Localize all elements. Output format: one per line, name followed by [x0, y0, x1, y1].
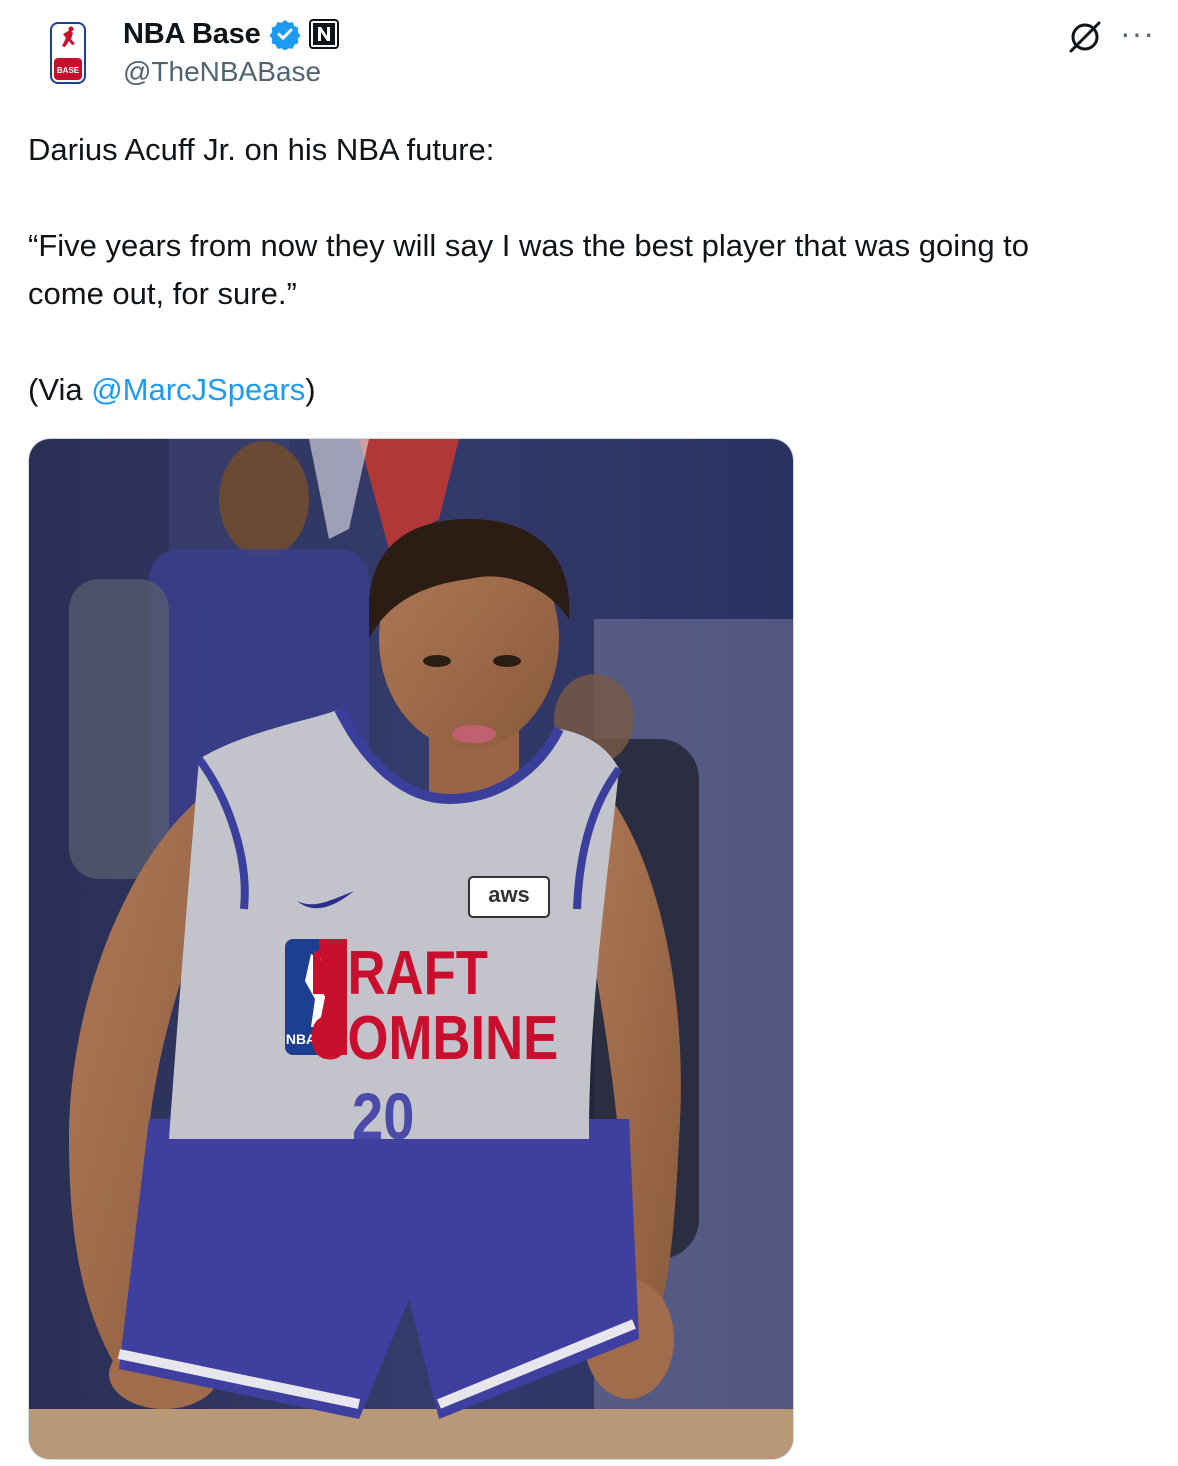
via-suffix: ) [305, 372, 316, 407]
tweet: BASE NBA Base @TheNBABase ··· Darius Acu… [0, 0, 1178, 1466]
tweet-media-photo[interactable]: aws NBA DRAFT COMBINE 20 [28, 438, 794, 1460]
tweet-text-line1: Darius Acuff Jr. on his NBA future: [28, 132, 495, 167]
tweet-text-line2: “Five years from now they will say I was… [28, 228, 1030, 263]
aws-text: aws [488, 882, 530, 907]
author-name-row: NBA Base [123, 14, 339, 54]
author-handle[interactable]: @TheNBABase [123, 56, 321, 88]
jersey-number: 20 [352, 1080, 414, 1153]
nba-base-logo: BASE [50, 22, 86, 84]
verified-badge-icon[interactable] [269, 18, 301, 51]
grok-icon[interactable] [1066, 18, 1104, 56]
via-prefix: (Via [28, 372, 92, 407]
more-options-button[interactable]: ··· [1120, 17, 1155, 49]
jersey-text-combine: COMBINE [310, 1004, 559, 1073]
n-badge-icon[interactable] [308, 19, 339, 49]
mention-link[interactable]: @MarcJSpears [91, 372, 305, 407]
logo-text: BASE [57, 66, 80, 75]
player-photo: aws NBA DRAFT COMBINE 20 [29, 439, 793, 1459]
tweet-text-line3: come out, for sure.” [28, 276, 297, 311]
tweet-via-line: (Via @MarcJSpears) [28, 366, 316, 414]
display-name[interactable]: NBA Base [123, 18, 261, 51]
jersey-text-draft: DRAFT [310, 939, 488, 1008]
avatar[interactable]: BASE [50, 22, 86, 84]
